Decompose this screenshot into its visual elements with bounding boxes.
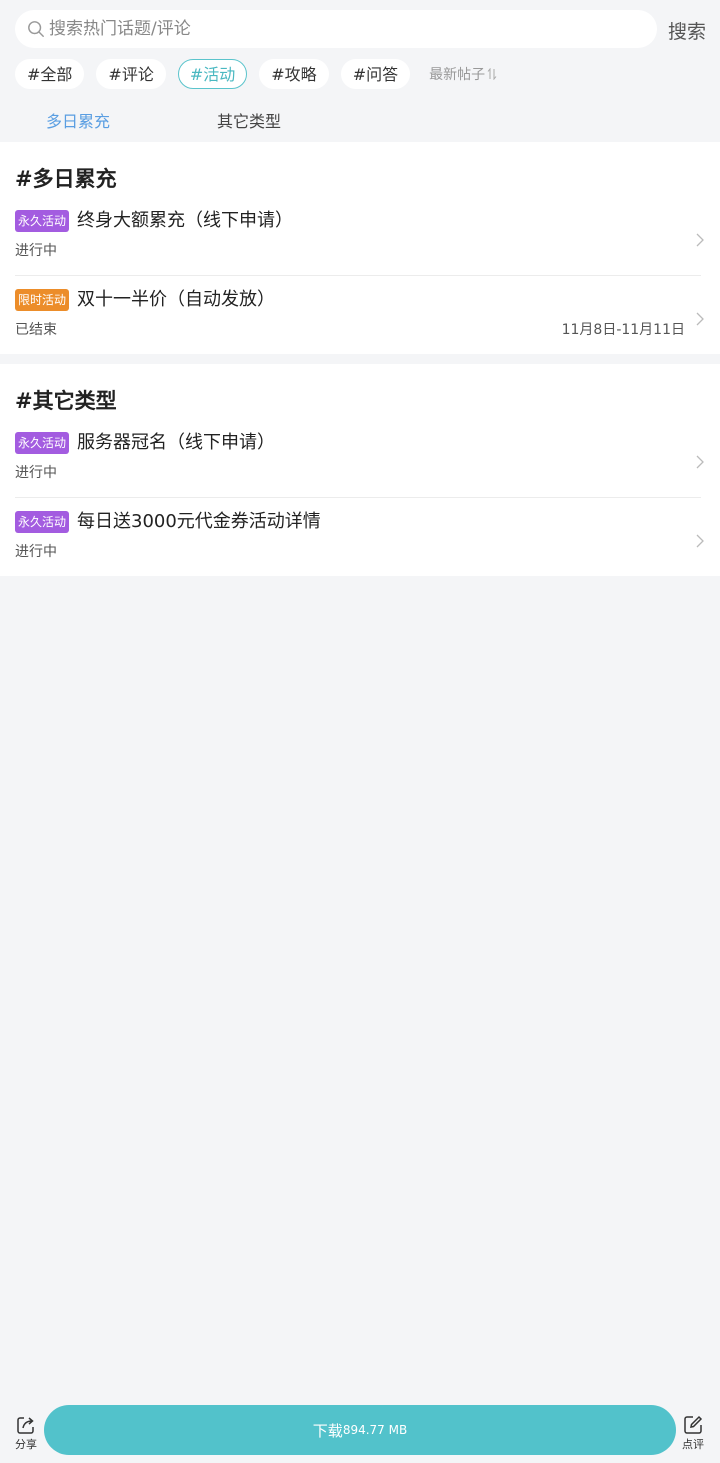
section-title: #其它类型 <box>15 389 117 413</box>
search-input[interactable] <box>49 19 609 39</box>
download-button[interactable]: 下载 894.77 MB <box>44 1405 676 1455</box>
activity-title: 终身大额累充（线下申请） <box>77 210 293 231</box>
download-label: 下载 <box>312 1421 343 1440</box>
share-button[interactable]: 分享 <box>11 1415 41 1452</box>
section-title: #多日累充 <box>15 167 117 191</box>
divider <box>15 275 701 276</box>
divider <box>15 497 701 498</box>
tag-activity[interactable]: #活动 <box>177 59 248 89</box>
activity-title: 双十一半价（自动发放） <box>77 289 275 310</box>
status-badge: 永久活动 <box>15 432 70 454</box>
activity-status: 已结束 <box>15 322 57 338</box>
sort-label: 最新帖子 <box>429 67 486 83</box>
activity-title: 服务器冠名（线下申请） <box>77 432 275 453</box>
search-button[interactable]: 搜索 <box>668 17 706 44</box>
tab-other-types[interactable]: 其它类型 <box>217 108 281 132</box>
tab-multi-day-recharge[interactable]: 多日累充 <box>46 108 110 132</box>
review-button[interactable]: 点评 <box>678 1415 708 1452</box>
edit-icon <box>684 1415 703 1434</box>
activity-item[interactable]: 限时活动 双十一半价（自动发放） 已结束 11月8日-11月11日 <box>15 280 705 359</box>
sort-toggle[interactable]: 最新帖子 <box>429 64 497 84</box>
activity-status: 进行中 <box>15 544 57 560</box>
status-badge: 限时活动 <box>15 289 70 311</box>
activity-title: 每日送3000元代金券活动详情 <box>77 511 321 532</box>
chevron-right-icon <box>696 312 704 326</box>
activity-status: 进行中 <box>15 243 57 259</box>
bottom-action-bar: 分享 下载 894.77 MB 点评 <box>0 1403 720 1463</box>
review-label: 点评 <box>682 1438 704 1451</box>
activity-date: 11月8日-11月11日 <box>561 322 685 338</box>
sort-arrows-icon <box>487 68 497 80</box>
tag-all[interactable]: #全部 <box>15 59 85 89</box>
tag-filter: #全部 #评论 #活动 #攻略 #问答 最新帖子 <box>15 59 497 89</box>
category-tabs: 多日累充 其它类型 <box>0 108 720 134</box>
share-icon <box>17 1417 34 1434</box>
share-label: 分享 <box>15 1438 37 1451</box>
download-size: 894.77 MB <box>342 1423 408 1437</box>
search-icon <box>28 21 44 37</box>
tag-review[interactable]: #评论 <box>96 59 166 89</box>
search-bar: 搜索 <box>0 0 720 58</box>
chevron-right-icon <box>696 233 704 247</box>
section-other-types: #其它类型 永久活动 服务器冠名（线下申请） 进行中 永久活动 每日送3000元… <box>0 364 720 576</box>
status-badge: 永久活动 <box>15 210 70 232</box>
tag-qa[interactable]: #问答 <box>340 59 411 89</box>
search-box[interactable] <box>15 10 657 48</box>
tag-guide[interactable]: #攻略 <box>259 59 329 89</box>
activity-item[interactable]: 永久活动 终身大额累充（线下申请） 进行中 <box>15 201 705 280</box>
chevron-right-icon <box>696 455 704 469</box>
section-multi-day-recharge: #多日累充 永久活动 终身大额累充（线下申请） 进行中 限时活动 双十一半价（自… <box>0 142 720 354</box>
activity-item[interactable]: 永久活动 每日送3000元代金券活动详情 进行中 <box>15 502 705 581</box>
status-badge: 永久活动 <box>15 511 70 533</box>
activity-status: 进行中 <box>15 465 57 481</box>
activity-item[interactable]: 永久活动 服务器冠名（线下申请） 进行中 <box>15 423 705 502</box>
chevron-right-icon <box>696 534 704 548</box>
